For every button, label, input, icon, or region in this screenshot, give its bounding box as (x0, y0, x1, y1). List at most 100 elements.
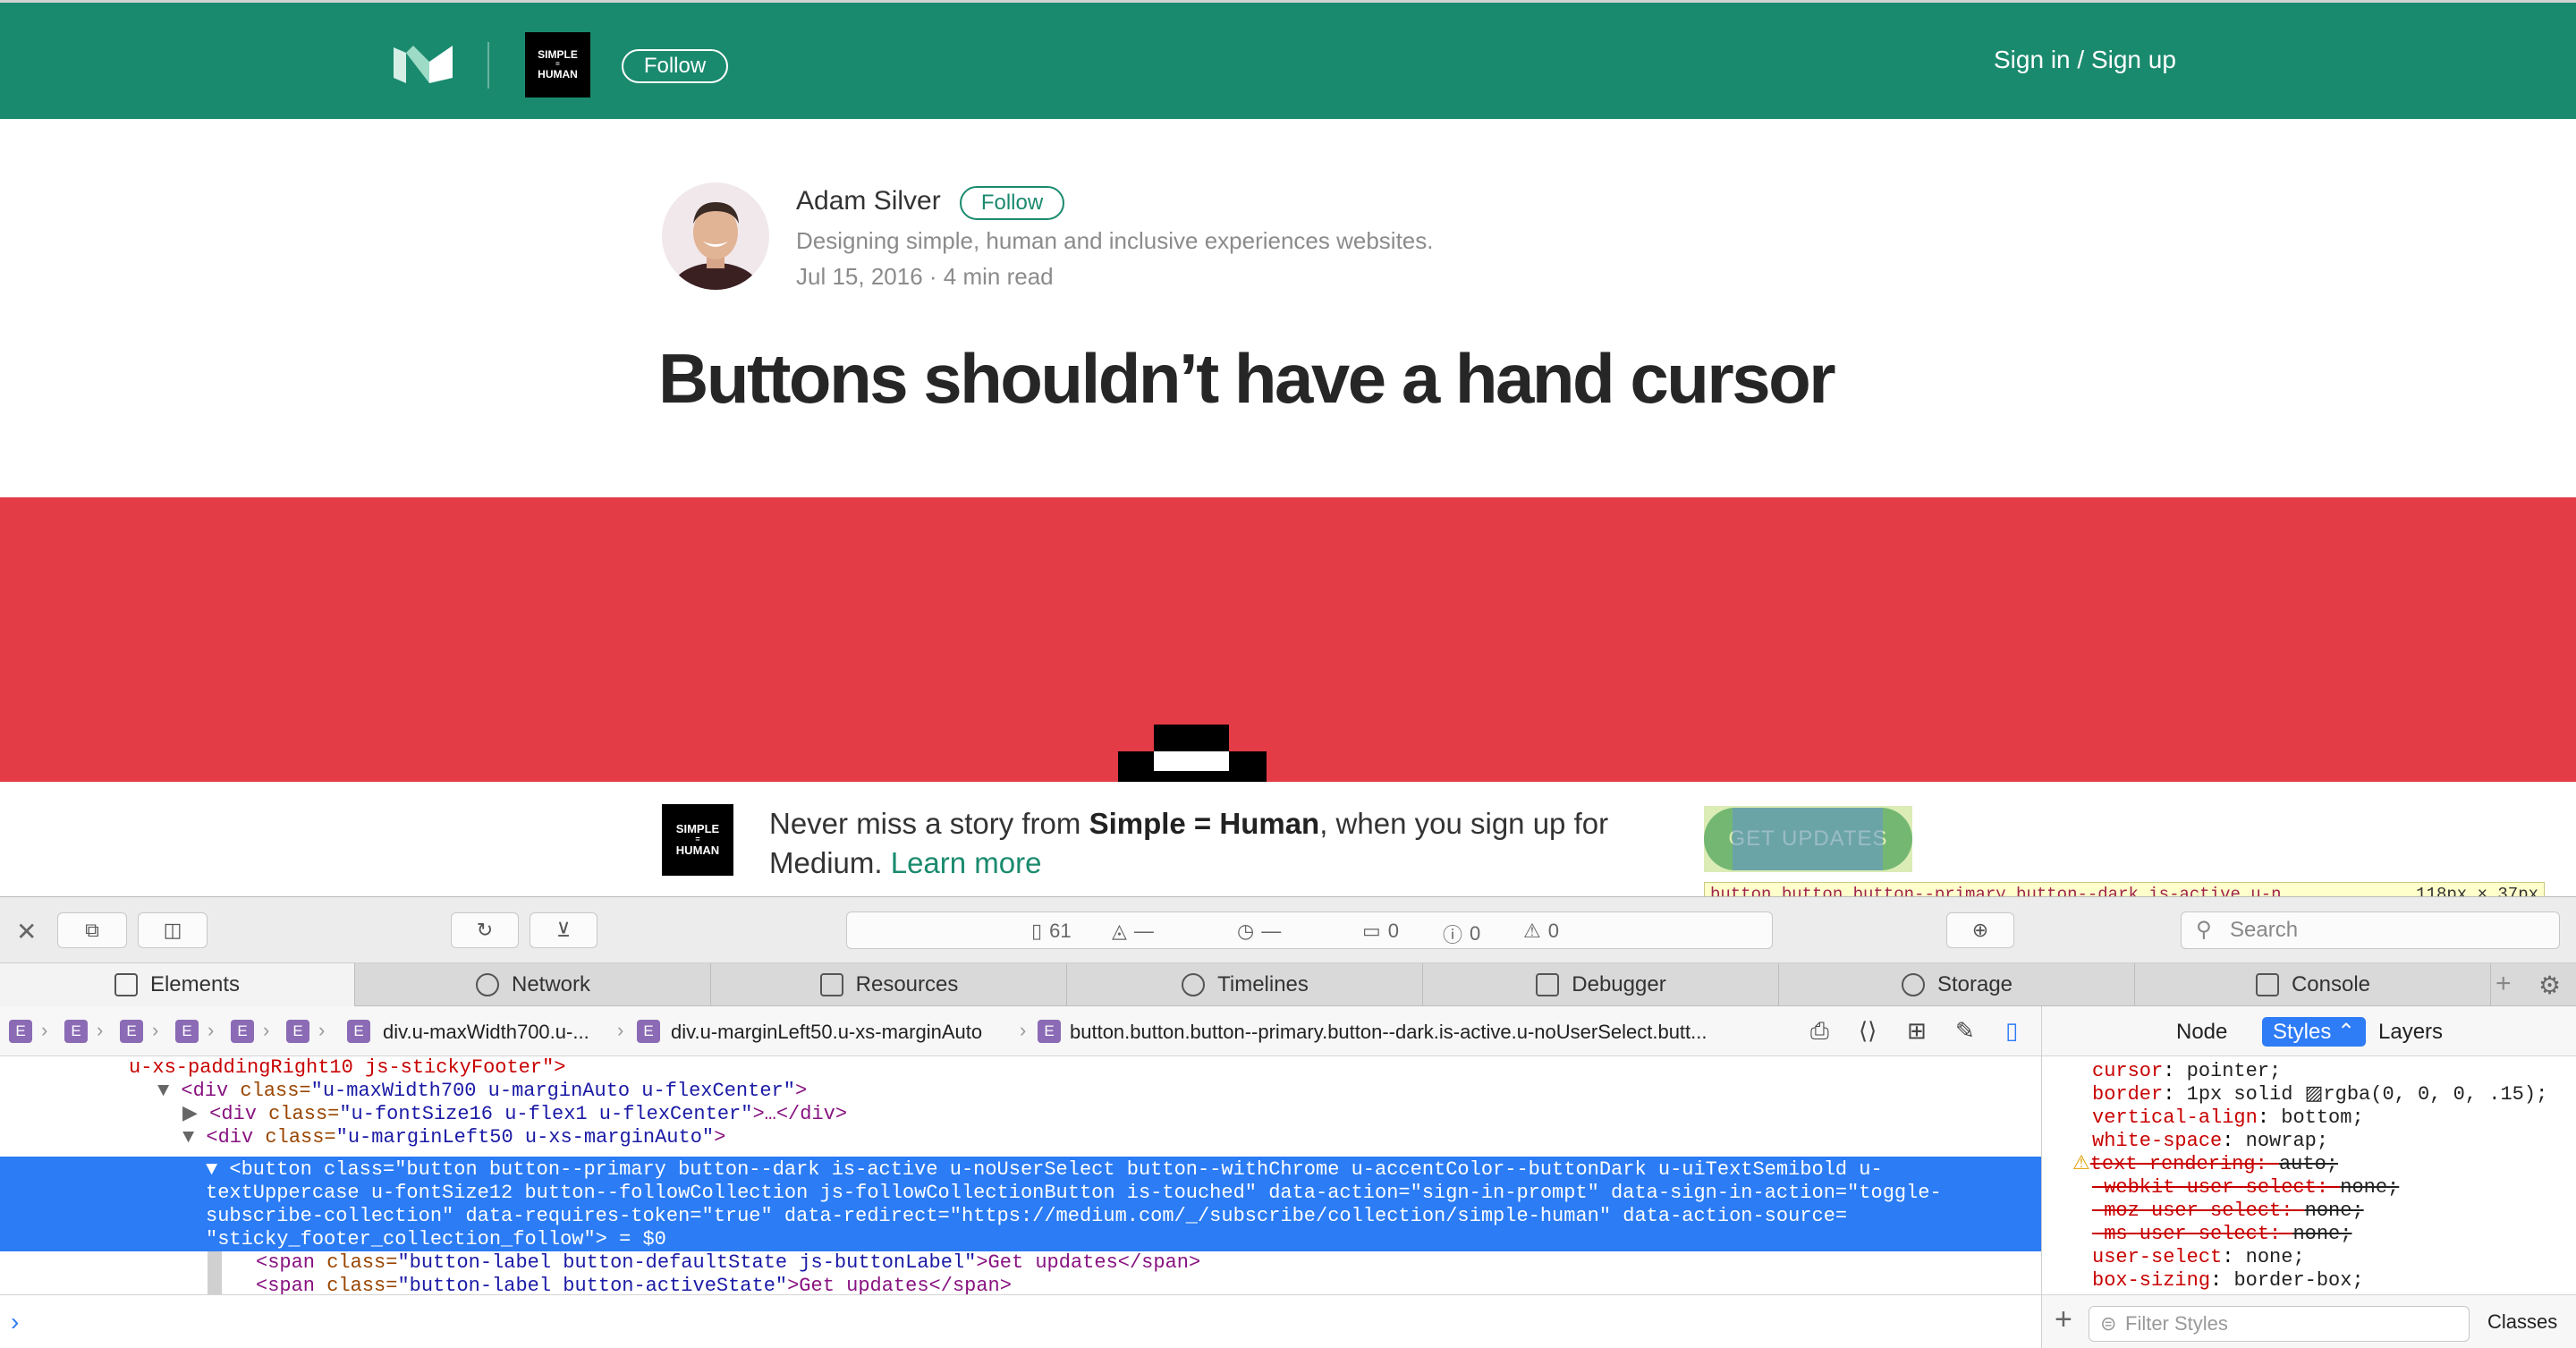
resource-size: ◬ — (1112, 920, 1154, 942)
author-name[interactable]: Adam Silver (796, 186, 941, 216)
dom-tree[interactable]: u-xs-paddingRight10 js-stickyFooter"> ▼ … (0, 1056, 2041, 1294)
breadcrumb-element-icon[interactable]: E (120, 1020, 143, 1043)
breadcrumb-element-icon[interactable]: E (347, 1020, 370, 1043)
error-icon: ⓘ (1443, 924, 1463, 946)
breadcrumb-element-icon[interactable]: E (64, 1020, 88, 1043)
quick-console[interactable]: › (0, 1294, 2041, 1348)
breadcrumb-element-icon[interactable]: E (9, 1020, 32, 1043)
learn-more-link[interactable]: Learn more (891, 846, 1042, 879)
publication-logo-footer[interactable]: SIMPLE = HUMAN (662, 804, 733, 876)
disclosure-closed-icon[interactable]: ▶ (182, 1103, 209, 1125)
get-updates-button[interactable]: Get updates (1704, 808, 1912, 870)
css-declaration-overridden[interactable]: -ms-user-select: none; (2092, 1223, 2351, 1246)
storage-icon (1901, 973, 1925, 996)
grid-layout-icon[interactable]: ⊞ (1907, 1017, 1927, 1045)
filter-styles-input[interactable]: ⊜ Filter Styles (2089, 1306, 2470, 1342)
devtools-search-input[interactable]: ⚲ Search (2181, 911, 2560, 949)
reload-icon[interactable]: ↻ (451, 912, 519, 948)
tab-timelines[interactable]: Timelines (1068, 963, 1423, 1006)
sidebar-tab-styles[interactable]: Styles ⌃ (2262, 1017, 2367, 1047)
detach-window-icon[interactable]: ⧉ (57, 912, 127, 948)
breadcrumb-item[interactable]: div.u-marginLeft50.u-xs-marginAuto (671, 1021, 982, 1044)
css-declaration[interactable]: cursor: pointer; (2092, 1060, 2281, 1083)
dom-node[interactable]: u-xs-paddingRight10 js-stickyFooter"> (0, 1056, 2041, 1080)
breadcrumb-element-icon[interactable]: E (1038, 1020, 1061, 1043)
styles-pane[interactable]: cursor: pointer; border: 1px solid ▨rgba… (2041, 1056, 2576, 1294)
css-declaration[interactable]: vertical-align: bottom; (2092, 1106, 2364, 1130)
sidebar-tab-node[interactable]: Node (2176, 1020, 2227, 1045)
author-avatar[interactable] (662, 182, 769, 290)
bell-icon: ◬ (1112, 920, 1127, 942)
devtools-tab-bar: Elements Network Resources Timelines Deb… (0, 963, 2576, 1006)
elements-icon (114, 973, 138, 996)
add-tab-icon[interactable]: + (2496, 969, 2512, 999)
devtools-toolbar: ✕ ⧉ ◫ ↻ ⊻ ▯ 61 ◬ — ◷ — ▭ 0 ⓘ 0 ⚠ 0 ⊕ ⚲ Search (0, 897, 2576, 963)
code-format-icon[interactable]: ⟨⟩ (1859, 1017, 1877, 1045)
sticky-footer: SIMPLE = HUMAN Never miss a story from S… (0, 782, 2576, 896)
css-declaration[interactable]: white-space: nowrap; (2092, 1130, 2328, 1153)
resources-count: ▯ 61 (1031, 920, 1072, 942)
css-declaration[interactable]: user-select: none; (2092, 1246, 2305, 1269)
tab-storage[interactable]: Storage (1780, 963, 2135, 1006)
dom-node[interactable]: <span class="button-label button-activeS… (0, 1275, 2041, 1294)
avatar-portrait-icon (673, 202, 758, 290)
dock-side-icon[interactable]: ◫ (138, 912, 208, 948)
error-count: ⓘ 0 (1443, 920, 1480, 948)
close-icon[interactable]: ✕ (16, 917, 37, 946)
network-icon (475, 973, 499, 996)
log-count: ▭ 0 (1362, 920, 1400, 942)
hero-image (0, 497, 2576, 782)
search-icon: ⚲ (2196, 918, 2212, 942)
site-header: SIMPLE = HUMAN Follow Sign in / Sign up (0, 0, 2576, 119)
paint-brush-icon[interactable]: ✎ (1955, 1017, 1975, 1045)
author-bio: Designing simple, human and inclusive ex… (796, 227, 1434, 254)
tab-console[interactable]: Console (2136, 963, 2491, 1006)
download-icon[interactable]: ⊻ (530, 912, 597, 948)
dom-node[interactable]: ▼ <div class="u-marginLeft50 u-xs-margin… (0, 1126, 2041, 1149)
dom-node[interactable]: <span class="button-label button-default… (0, 1251, 2041, 1275)
timelines-icon (1182, 973, 1206, 996)
warning-icon: ⚠ (2072, 1153, 2090, 1175)
signin-link[interactable]: Sign in / Sign up (1994, 46, 2176, 74)
tab-debugger[interactable]: Debugger (1424, 963, 1779, 1006)
css-declaration-overridden[interactable]: ⚠text-rendering: auto; (2072, 1153, 2338, 1176)
tab-resources[interactable]: Resources (712, 963, 1067, 1006)
add-rule-icon[interactable]: + (2055, 1302, 2072, 1337)
dom-node[interactable]: ▶ <div class="u-fontSize16 u-flex1 u-fle… (0, 1103, 2041, 1126)
post-date-readtime: Jul 15, 2016 · 4 min read (796, 263, 1054, 290)
print-icon[interactable]: ⎙ (1810, 1017, 1829, 1046)
warning-icon: ⚠ (1523, 920, 1541, 942)
css-declaration-overridden[interactable]: -moz-user-select: none; (2092, 1200, 2364, 1223)
breadcrumb-element-icon[interactable]: E (175, 1020, 199, 1043)
breadcrumb-item[interactable]: div.u-maxWidth700.u-... (383, 1021, 589, 1044)
sidebar-tab-layers[interactable]: Layers (2378, 1020, 2443, 1045)
breadcrumb-item-selected[interactable]: button.button.button--primary.button--da… (1070, 1021, 1707, 1044)
tab-elements[interactable]: Elements (0, 963, 355, 1006)
classes-toggle[interactable]: Classes (2487, 1310, 2557, 1334)
crosshair-icon[interactable]: ⊕ (1946, 912, 2014, 948)
details-sidebar-tabs: Node Styles ⌃ Layers (2041, 1006, 2576, 1056)
footer-message: Never miss a story from Simple = Human, … (769, 807, 1609, 879)
css-declaration-overridden[interactable]: -webkit-user-select: none; (2092, 1176, 2399, 1200)
author-follow-button[interactable]: Follow (960, 186, 1064, 220)
dom-node[interactable]: ▼ <div class="u-maxWidth700 u-marginAuto… (0, 1080, 2041, 1103)
sidebar-toggle-icon[interactable]: ▯ (2005, 1017, 2018, 1045)
medium-logo-icon[interactable] (394, 42, 453, 89)
activity-status-bar[interactable]: ▯ 61 ◬ — ◷ — ▭ 0 ⓘ 0 ⚠ 0 (846, 911, 1773, 949)
disclosure-open-icon[interactable]: ▼ (182, 1126, 206, 1149)
publication-follow-button[interactable]: Follow (622, 49, 728, 83)
dom-node-selected[interactable]: ▼ <button class="button button--primary … (0, 1157, 2041, 1251)
css-declaration[interactable]: border: 1px solid ▨rgba(0, 0, 0, .15); (2092, 1083, 2547, 1106)
publication-logo[interactable]: SIMPLE = HUMAN (525, 32, 590, 97)
css-declaration[interactable]: box-sizing: border-box; (2092, 1269, 2364, 1293)
styles-footer: + ⊜ Filter Styles Classes (2041, 1294, 2576, 1348)
breadcrumb-element-icon[interactable]: E (286, 1020, 309, 1043)
breadcrumb-element-icon[interactable]: E (231, 1020, 254, 1043)
disclosure-open-icon[interactable]: ▼ (157, 1080, 181, 1102)
warning-count: ⚠ 0 (1523, 920, 1559, 942)
tab-network[interactable]: Network (356, 963, 711, 1006)
breadcrumb-element-icon[interactable]: E (637, 1020, 660, 1043)
document-icon: ▯ (1031, 920, 1043, 942)
footer-pub-name: Simple = Human (1089, 807, 1320, 840)
settings-gear-icon[interactable]: ⚙ (2538, 971, 2561, 1000)
